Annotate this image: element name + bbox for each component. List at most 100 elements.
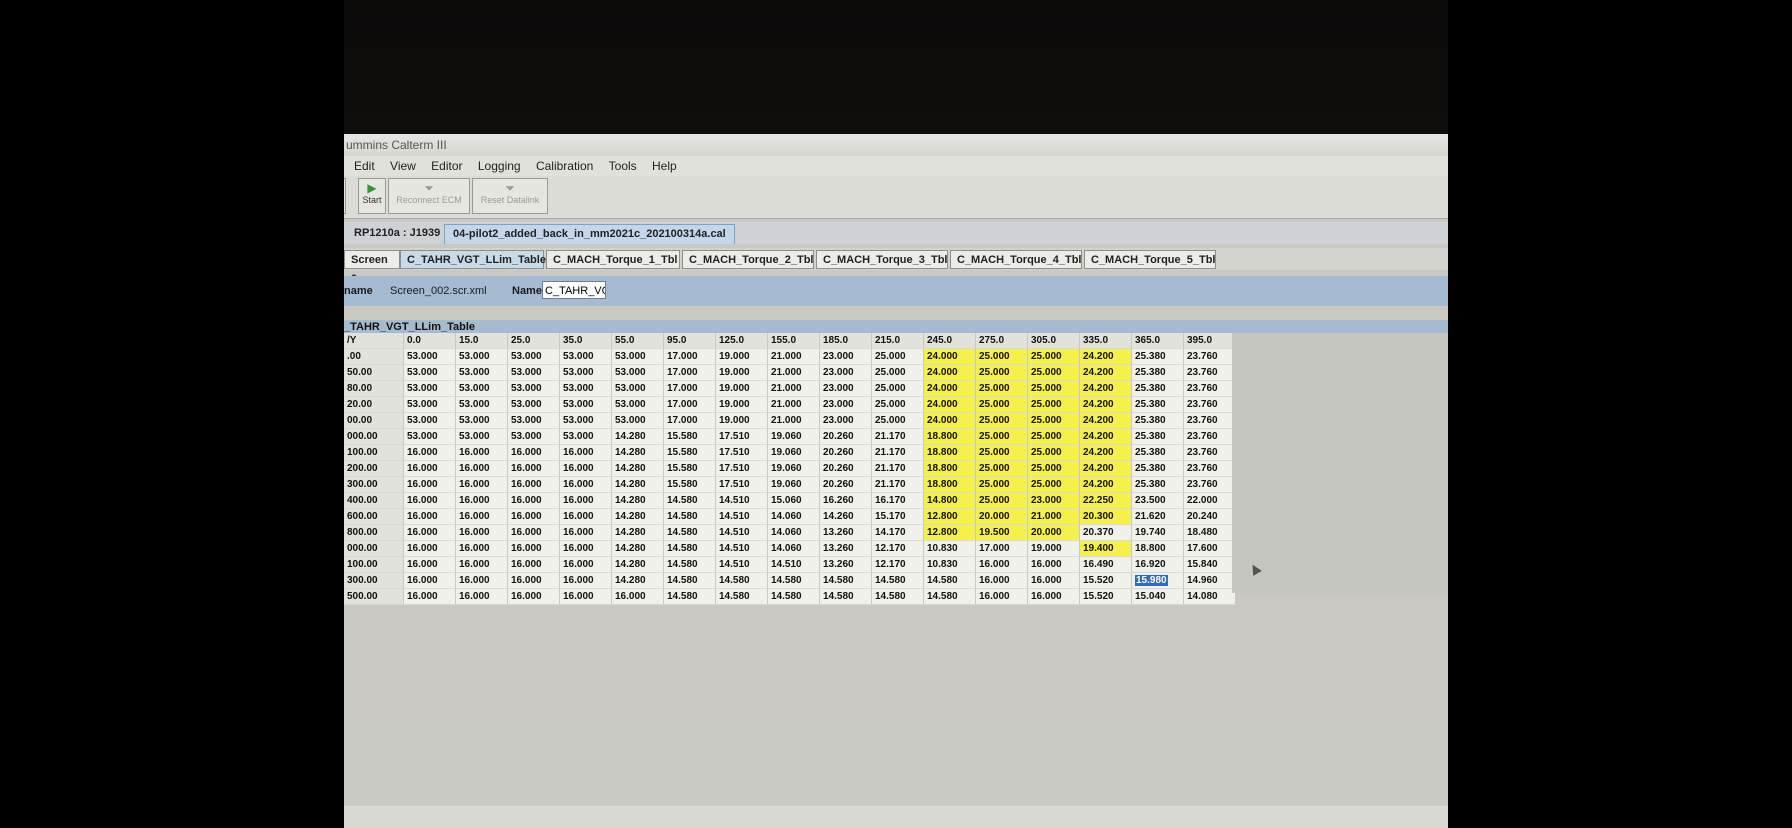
table-cell[interactable]: 53.000 [611, 396, 664, 413]
table-cell[interactable]: 21.620 [1131, 508, 1184, 525]
table-cell[interactable]: 19.400 [1079, 540, 1132, 557]
table-cell[interactable]: 53.000 [611, 412, 664, 429]
table-cell[interactable]: 53.000 [559, 364, 612, 381]
table-cell[interactable]: 25.000 [871, 380, 924, 397]
table-cell[interactable]: 16.000 [507, 476, 560, 493]
table-cell[interactable]: 23.000 [819, 412, 872, 429]
table-cell[interactable]: 16.260 [819, 492, 872, 509]
table-cell[interactable]: 23.000 [1027, 492, 1080, 509]
table-cell[interactable]: 16.000 [559, 508, 612, 525]
table-cell[interactable]: 16.000 [507, 508, 560, 525]
table-cell[interactable]: 25.000 [975, 444, 1028, 461]
table-cell[interactable]: 16.000 [403, 476, 456, 493]
table-cell[interactable]: 16.000 [1027, 588, 1080, 605]
table-cell[interactable]: 16.000 [559, 492, 612, 509]
table-cell[interactable]: 16.000 [1027, 556, 1080, 573]
table-cell[interactable]: 25.380 [1131, 476, 1184, 493]
table-cell[interactable]: 16.000 [403, 556, 456, 573]
table-cell[interactable]: 16.000 [611, 588, 664, 605]
table-cell[interactable]: 17.000 [663, 364, 716, 381]
table-cell[interactable]: 18.480 [1183, 524, 1236, 541]
table-cell[interactable]: 16.000 [559, 476, 612, 493]
table-cell[interactable]: 23.760 [1183, 380, 1236, 397]
table-cell[interactable]: 15.580 [663, 476, 716, 493]
table-cell[interactable]: 53.000 [507, 380, 560, 397]
table-cell[interactable]: 14.510 [715, 524, 768, 541]
table-cell[interactable]: 20.260 [819, 476, 872, 493]
table-cell[interactable]: 23.000 [819, 396, 872, 413]
table-cell[interactable]: 53.000 [611, 364, 664, 381]
name-field[interactable]: C_TAHR_VG [542, 281, 606, 299]
table-cell[interactable]: 16.000 [455, 572, 508, 589]
table-cell[interactable]: 10.830 [923, 540, 976, 557]
table-cell[interactable]: 16.170 [871, 492, 924, 509]
table-cell[interactable]: 16.000 [403, 444, 456, 461]
table-cell[interactable]: 25.000 [1027, 396, 1080, 413]
table-cell[interactable]: 25.380 [1131, 364, 1184, 381]
table-cell[interactable]: 17.000 [663, 348, 716, 365]
table-cell[interactable]: 25.000 [975, 364, 1028, 381]
table-cell[interactable]: 16.000 [507, 492, 560, 509]
table-cell[interactable]: 25.000 [975, 428, 1028, 445]
table-cell[interactable]: 17.600 [1183, 540, 1236, 557]
table-cell[interactable]: 16.000 [507, 540, 560, 557]
table-cell[interactable]: 23.000 [819, 364, 872, 381]
table-cell[interactable]: 53.000 [507, 396, 560, 413]
table-cell[interactable]: 20.000 [975, 508, 1028, 525]
table-cell[interactable]: 19.740 [1131, 524, 1184, 541]
table-cell[interactable]: 53.000 [507, 412, 560, 429]
table-cell[interactable]: 16.920 [1131, 556, 1184, 573]
table-cell[interactable]: 16.000 [507, 556, 560, 573]
table-cell[interactable]: 15.580 [663, 444, 716, 461]
table-cell[interactable]: 14.580 [871, 572, 924, 589]
table-cell[interactable]: 53.000 [455, 428, 508, 445]
table-cell[interactable]: 25.000 [871, 412, 924, 429]
table-cell[interactable]: 14.280 [611, 428, 664, 445]
table-cell[interactable]: 15.980 [1131, 572, 1184, 589]
menu-tools[interactable]: Tools [609, 159, 637, 173]
table-cell[interactable]: 14.580 [715, 572, 768, 589]
table-cell[interactable]: 53.000 [507, 348, 560, 365]
table-cell[interactable]: 53.000 [559, 380, 612, 397]
table-cell[interactable]: 53.000 [455, 380, 508, 397]
table-cell[interactable]: 23.760 [1183, 348, 1236, 365]
menu-edit[interactable]: Edit [354, 159, 375, 173]
menu-editor[interactable]: Editor [431, 159, 462, 173]
tab-c-mach-torque-4[interactable]: C_MACH_Torque_4_Tbl [950, 250, 1082, 269]
table-cell[interactable]: 25.380 [1131, 412, 1184, 429]
toolbar-button-partial[interactable] [344, 178, 346, 214]
table-cell[interactable]: 53.000 [611, 380, 664, 397]
table-cell[interactable]: 23.500 [1131, 492, 1184, 509]
table-cell[interactable]: 53.000 [455, 396, 508, 413]
table-cell[interactable]: 23.000 [819, 380, 872, 397]
table-cell[interactable]: 21.000 [1027, 508, 1080, 525]
table-cell[interactable]: 19.000 [715, 348, 768, 365]
menu-calibration[interactable]: Calibration [536, 159, 593, 173]
table-cell[interactable]: 21.170 [871, 428, 924, 445]
table-cell[interactable]: 25.380 [1131, 460, 1184, 477]
table-cell[interactable]: 14.580 [767, 588, 820, 605]
menu-logging[interactable]: Logging [478, 159, 521, 173]
table-cell[interactable]: 24.200 [1079, 428, 1132, 445]
table-cell[interactable]: 16.000 [507, 460, 560, 477]
table-cell[interactable]: 25.000 [1027, 380, 1080, 397]
table-cell[interactable]: 24.000 [923, 364, 976, 381]
table-cell[interactable]: 14.580 [663, 556, 716, 573]
table-cell[interactable]: 16.000 [559, 588, 612, 605]
table-cell[interactable]: 24.000 [923, 348, 976, 365]
table-cell[interactable]: 25.000 [975, 492, 1028, 509]
table-cell[interactable]: 16.000 [455, 476, 508, 493]
table-cell[interactable]: 13.260 [819, 524, 872, 541]
tab-c-mach-torque-1[interactable]: C_MACH_Torque_1_Tbl [546, 250, 680, 269]
table-cell[interactable]: 19.000 [715, 412, 768, 429]
start-button[interactable]: ▶ Start [358, 178, 386, 214]
table-cell[interactable]: 14.280 [611, 460, 664, 477]
table-cell[interactable]: 18.800 [923, 444, 976, 461]
table-cell[interactable]: 14.580 [923, 588, 976, 605]
table-cell[interactable]: 16.000 [1027, 572, 1080, 589]
table-cell[interactable]: 14.280 [611, 476, 664, 493]
table-cell[interactable]: 25.380 [1131, 444, 1184, 461]
table-cell[interactable]: 16.000 [559, 460, 612, 477]
table-cell[interactable]: 19.060 [767, 460, 820, 477]
table-cell[interactable]: 17.000 [975, 540, 1028, 557]
